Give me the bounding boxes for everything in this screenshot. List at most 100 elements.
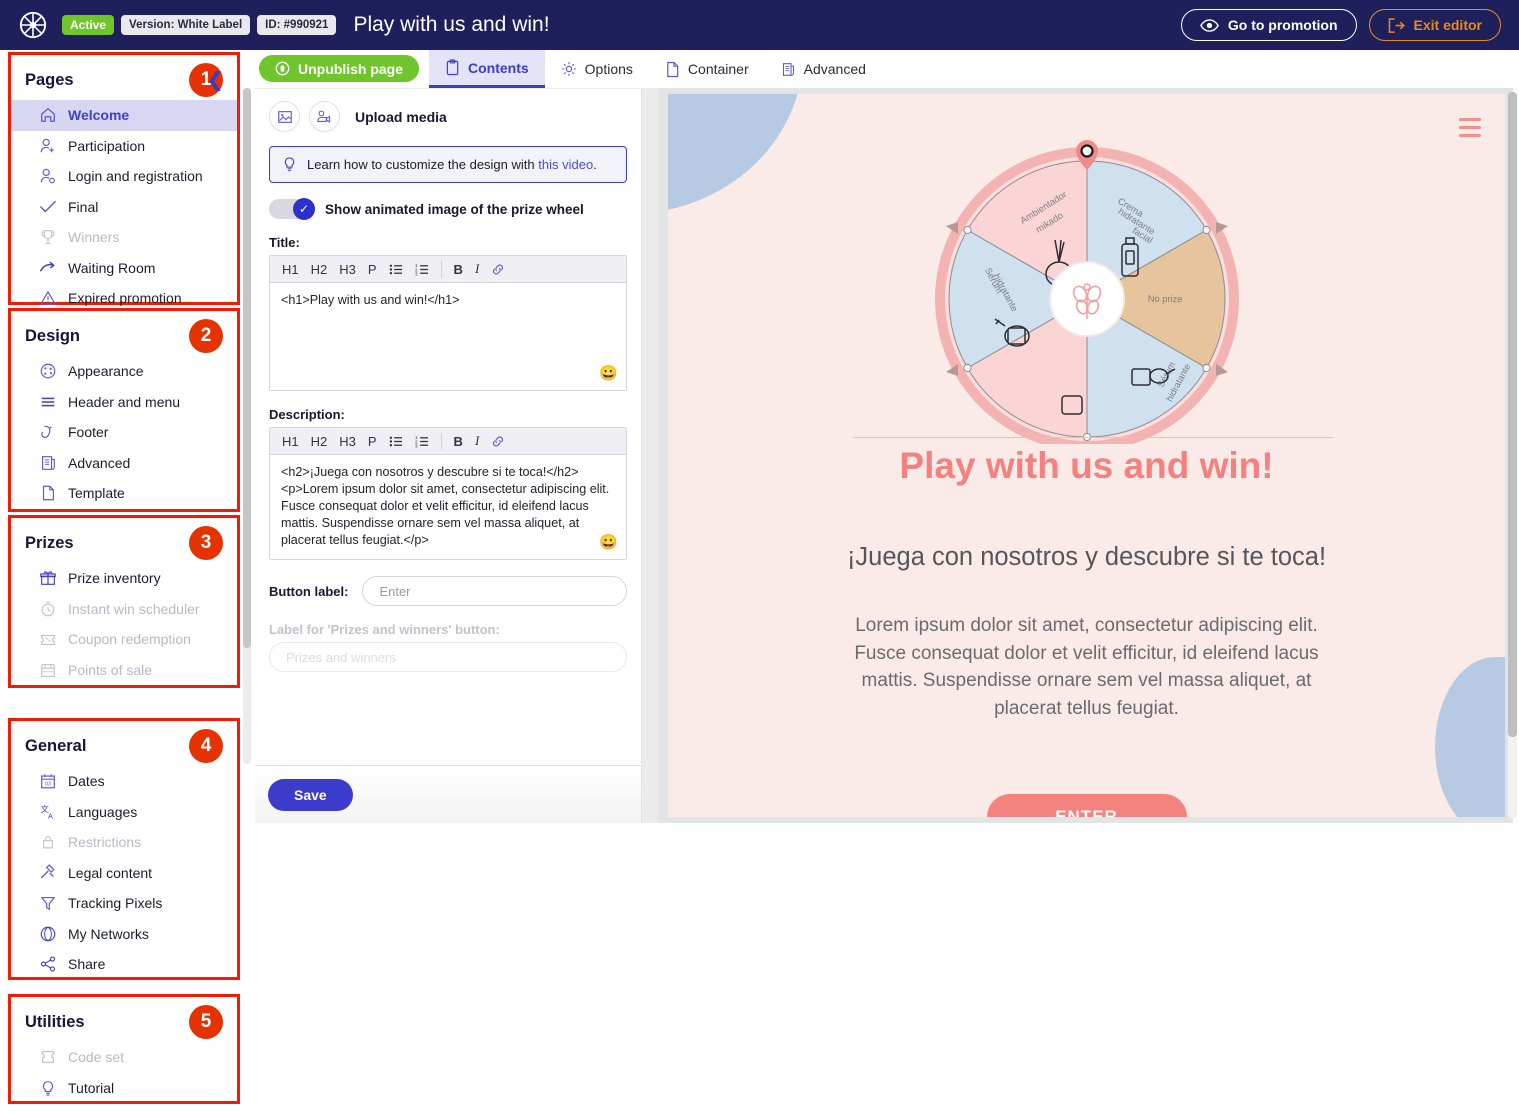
svg-text:3: 3 xyxy=(415,443,418,448)
sidebar-item-code-set[interactable]: Code set xyxy=(11,1042,237,1073)
sidebar-item-label: Expired promotion xyxy=(68,290,182,307)
sidebar-group-design: Design 2 Appearance Header and menu Foot… xyxy=(8,308,240,512)
tab-options[interactable]: Options xyxy=(545,50,649,88)
sidebar-item-label: Winners xyxy=(68,229,120,246)
upload-video-button[interactable] xyxy=(309,101,340,132)
sidebar-item-restrictions[interactable]: Restrictions xyxy=(11,827,237,858)
emoji-icon[interactable]: 😀 xyxy=(599,364,618,384)
rte-h1-button[interactable]: H1 xyxy=(277,261,304,278)
upload-image-button[interactable] xyxy=(269,101,300,132)
sidebar-item-tutorial[interactable]: Tutorial xyxy=(11,1073,237,1104)
sidebar-item-dates[interactable]: 03 Dates xyxy=(11,766,237,797)
save-button[interactable]: Save xyxy=(268,778,353,811)
sidebar-collapse-button[interactable]: ❮ xyxy=(207,69,223,92)
rte-p-button[interactable]: P xyxy=(363,433,382,450)
sidebar-item-share[interactable]: Share xyxy=(11,949,237,980)
rte-bold-button[interactable]: B xyxy=(449,261,468,278)
sidebar-item-appearance[interactable]: Appearance xyxy=(11,356,237,387)
prize-wheel-toggle-row: ✓ Show animated image of the prize wheel xyxy=(269,198,627,220)
rte-italic-button[interactable]: I xyxy=(470,432,484,450)
link-icon[interactable] xyxy=(486,262,510,277)
sidebar-item-instant-win-scheduler[interactable]: Instant win scheduler xyxy=(11,594,237,625)
button-label-input[interactable]: Enter xyxy=(362,576,627,606)
bullet-list-icon[interactable] xyxy=(384,434,408,449)
numbered-list-icon[interactable]: 123 xyxy=(410,262,434,277)
tab-contents[interactable]: Contents xyxy=(429,50,545,88)
user-add-icon xyxy=(40,138,54,153)
sidebar-item-languages[interactable]: 文A Languages xyxy=(11,797,237,828)
version-badge: Version: White Label xyxy=(121,15,251,35)
upload-media-row: Upload media xyxy=(269,101,627,132)
sidebar-item-label: Appearance xyxy=(68,363,144,380)
preview-divider xyxy=(853,437,1333,438)
prizes-winners-input[interactable]: Prizes and winners xyxy=(269,642,627,672)
description-rich-text-editor[interactable]: H1 H2 H3 P 123 B I <h2>¡Juega con nosotr… xyxy=(269,427,627,560)
rte-h1-button[interactable]: H1 xyxy=(277,433,304,450)
globe-icon xyxy=(40,926,56,942)
stopwatch-icon xyxy=(41,601,55,617)
toggle-circle-icon xyxy=(275,61,290,76)
rte-h3-button[interactable]: H3 xyxy=(334,433,361,450)
description-rte-body[interactable]: <h2>¡Juega con nosotros y descubre si te… xyxy=(270,455,626,559)
rte-p-button[interactable]: P xyxy=(363,261,382,278)
status-badge: Active xyxy=(62,15,115,35)
lightbulb-icon xyxy=(284,157,295,172)
svg-text:03: 03 xyxy=(45,782,51,788)
title-rich-text-editor[interactable]: H1 H2 H3 P 123 B I <h1>Play with us and … xyxy=(269,255,627,391)
sidebar-item-label: Login and registration xyxy=(68,168,203,185)
editor-scrollbar-thumb[interactable] xyxy=(243,88,251,648)
prize-wheel[interactable]: Crema hidratante facial No prize Sérum h… xyxy=(668,114,1505,444)
rte-h2-button[interactable]: H2 xyxy=(306,261,333,278)
sidebar-group-pages: Pages 1 ❮ Welcome Participation Login an… xyxy=(8,52,240,307)
tab-advanced[interactable]: Advanced xyxy=(765,50,882,88)
sidebar-item-prize-inventory[interactable]: Prize inventory xyxy=(11,563,237,594)
sidebar-item-label: Welcome xyxy=(68,107,130,124)
wheel-logo-icon[interactable] xyxy=(18,10,48,40)
bullet-list-icon[interactable] xyxy=(384,262,408,277)
sidebar-item-participation[interactable]: Participation xyxy=(11,131,237,162)
emoji-icon[interactable]: 😀 xyxy=(599,533,618,553)
rte-bold-button[interactable]: B xyxy=(449,433,468,450)
sidebar-item-advanced-design[interactable]: Advanced xyxy=(11,448,237,479)
sidebar-item-welcome[interactable]: Welcome xyxy=(11,100,237,131)
top-bar: Active Version: White Label ID: #990921 … xyxy=(0,0,1519,50)
annotation-badge-5: 5 xyxy=(189,1005,223,1039)
clipboard-icon xyxy=(446,59,459,76)
sidebar-item-tracking-pixels[interactable]: Tracking Pixels xyxy=(11,888,237,919)
title-rte-body[interactable]: <h1>Play with us and win!</h1> 😀 xyxy=(270,283,626,390)
exit-editor-button[interactable]: Exit editor xyxy=(1368,9,1501,41)
sidebar-item-login-and-registration[interactable]: Login and registration xyxy=(11,161,237,192)
rte-h2-button[interactable]: H2 xyxy=(306,433,333,450)
sidebar-item-label: Advanced xyxy=(68,454,131,471)
preview-scrollbar[interactable] xyxy=(1508,92,1517,818)
link-icon[interactable] xyxy=(486,434,510,449)
unpublish-page-button[interactable]: Unpublish page xyxy=(259,55,419,82)
sidebar-item-label: Share xyxy=(68,956,106,973)
go-to-promotion-button[interactable]: Go to promotion xyxy=(1180,9,1357,41)
tip-video-link[interactable]: this video xyxy=(538,157,593,172)
sidebar-item-final[interactable]: Final xyxy=(11,192,237,223)
tab-container[interactable]: Container xyxy=(649,50,765,88)
sidebar-item-winners[interactable]: Winners xyxy=(11,222,237,253)
sidebar-item-coupon-redemption[interactable]: Coupon redemption xyxy=(11,624,237,655)
rte-separator xyxy=(440,432,442,450)
preview-enter-button[interactable]: ENTER xyxy=(986,794,1187,817)
gear-icon xyxy=(561,62,576,76)
show-animated-wheel-toggle[interactable]: ✓ xyxy=(269,198,315,220)
coupon-icon xyxy=(41,635,55,646)
sidebar-item-template[interactable]: Template xyxy=(11,478,237,509)
sidebar-item-waiting-room[interactable]: Waiting Room xyxy=(11,253,237,284)
sidebar-item-my-networks[interactable]: My Networks xyxy=(11,919,237,950)
sidebar-item-footer[interactable]: Footer xyxy=(11,417,237,448)
prize-wheel-graphic[interactable]: Crema hidratante facial No prize Sérum h… xyxy=(907,114,1267,444)
sidebar-item-legal-content[interactable]: Legal content xyxy=(11,858,237,889)
rte-h3-button[interactable]: H3 xyxy=(334,261,361,278)
sidebar-item-header-and-menu[interactable]: Header and menu xyxy=(11,387,237,418)
rte-italic-button[interactable]: I xyxy=(470,260,484,278)
preview-scrollbar-thumb[interactable] xyxy=(1508,92,1517,737)
tab-label: Advanced xyxy=(803,61,866,77)
editor-scrollbar[interactable] xyxy=(243,88,251,764)
numbered-list-icon[interactable]: 123 xyxy=(410,434,434,449)
home-icon xyxy=(41,108,55,123)
sidebar-item-points-of-sale[interactable]: Points of sale xyxy=(11,655,237,686)
